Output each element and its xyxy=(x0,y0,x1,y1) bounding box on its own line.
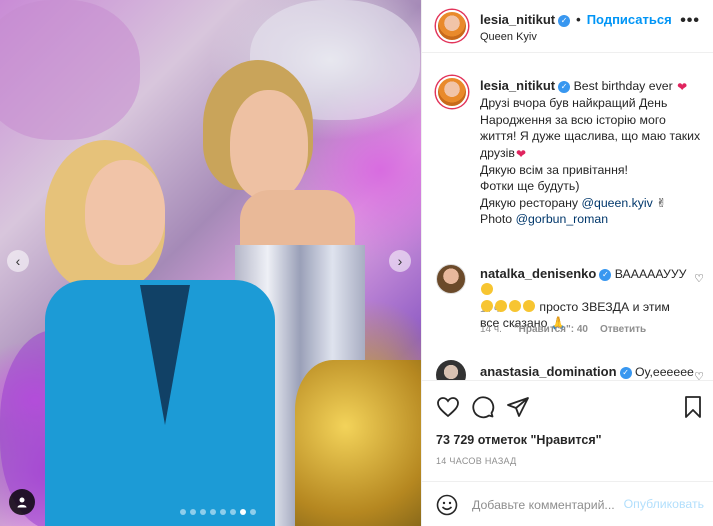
bookmark-icon[interactable] xyxy=(681,395,705,419)
comment-timestamp[interactable]: 14 ч. xyxy=(480,324,502,335)
heart-eyes-emoji-icon xyxy=(509,299,521,312)
comment-text: просто ЗВЕЗДА и этим xyxy=(539,299,670,314)
caption-line: Best birthday ever xyxy=(573,79,673,93)
separator-dot: • xyxy=(576,12,581,27)
verified-icon: ✓ xyxy=(558,80,571,93)
verified-icon: ✓ xyxy=(619,366,632,379)
share-icon[interactable] xyxy=(506,395,530,419)
heart-eyes-emoji-icon xyxy=(523,299,535,312)
commenter-username[interactable]: anastasia_domination xyxy=(480,364,617,379)
caption-line: друзів xyxy=(480,145,515,160)
post-actions: 73 729 отметок "Нравится" 14 часов назад… xyxy=(422,380,713,525)
caption-line: Фотки ще будуть) xyxy=(480,179,580,194)
caption-author-avatar[interactable] xyxy=(436,76,468,108)
caption-text: lesia_nitikut ✓ Best birthday ever ❤ Друз… xyxy=(480,78,708,228)
previous-photo-button[interactable]: ‹ xyxy=(7,250,29,272)
caption-line: Photo xyxy=(480,212,513,227)
caption-line: життя! Я дуже щаслива, що маю таких xyxy=(480,129,701,144)
caption-line: Дякую всім за привітання! xyxy=(480,163,628,178)
heart-emoji-icon: ❤ xyxy=(515,146,526,161)
carousel-dot xyxy=(190,509,196,515)
comment-likes[interactable]: "Нравится": 40 xyxy=(514,324,588,335)
add-comment-bar: Опубликовать xyxy=(422,481,713,526)
restaurant-mention-link[interactable]: @queen.kyiv xyxy=(582,196,653,210)
like-icon[interactable] xyxy=(436,395,460,419)
caption-line: Дякую ресторану xyxy=(480,195,579,210)
commenter-username[interactable]: natalka_denisenko xyxy=(480,266,596,281)
likes-count[interactable]: 73 729 отметок "Нравится" xyxy=(436,433,602,447)
photographer-mention-link[interactable]: @gorbun_roman xyxy=(516,212,608,226)
follow-button[interactable]: Подписаться xyxy=(587,12,672,27)
victory-hand-emoji-icon: ✌ xyxy=(656,195,667,210)
foil-decoration xyxy=(0,0,140,140)
carousel-dot xyxy=(210,509,216,515)
carousel-dot xyxy=(250,509,256,515)
author-avatar[interactable] xyxy=(436,10,468,42)
caption-username[interactable]: lesia_nitikut xyxy=(480,78,555,93)
post-timestamp[interactable]: 14 часов назад xyxy=(436,456,517,466)
caption-line: Друзі вчора був найкращий День xyxy=(480,96,668,111)
carousel-dot xyxy=(220,509,226,515)
post-panel: lesia_nitikut ✓ • Подписаться Queen Kyiv ••… xyxy=(421,0,713,526)
next-photo-button[interactable]: › xyxy=(389,250,411,272)
heart-eyes-emoji-icon xyxy=(495,299,507,312)
comment-text: Оу,ееееее xyxy=(634,365,694,379)
carousel-dot xyxy=(240,509,246,515)
post-location[interactable]: Queen Kyiv xyxy=(480,31,537,43)
heart-eyes-emoji-icon xyxy=(481,283,493,296)
reply-button[interactable]: Ответить xyxy=(600,324,646,335)
carousel-dot xyxy=(200,509,206,515)
comment-icon[interactable] xyxy=(471,395,495,419)
tagged-user-icon[interactable] xyxy=(9,489,35,515)
woman-left xyxy=(45,120,275,526)
heart-eyes-emoji-icon xyxy=(481,299,493,312)
verified-icon: ✓ xyxy=(599,268,612,281)
author-username[interactable]: lesia_nitikut xyxy=(480,12,555,27)
carousel-dot xyxy=(180,509,186,515)
comment-input[interactable] xyxy=(472,495,632,515)
verified-icon: ✓ xyxy=(558,14,571,27)
more-options-icon[interactable]: ••• xyxy=(680,12,700,30)
carousel-indicator xyxy=(180,509,256,515)
heart-emoji-icon: ❤ xyxy=(677,80,688,94)
caption-line: Народження за всю історію мого xyxy=(480,112,666,127)
post-photo[interactable]: ‹ › xyxy=(0,0,421,526)
commenter-avatar[interactable] xyxy=(436,264,466,294)
publish-button[interactable]: Опубликовать xyxy=(624,497,704,511)
emoji-picker-icon[interactable] xyxy=(436,494,458,516)
comment-text: ВАААААУУУ xyxy=(614,267,687,281)
post-header: lesia_nitikut ✓ • Подписаться Queen Kyiv ••… xyxy=(422,0,713,53)
carousel-dot xyxy=(230,509,236,515)
like-comment-icon[interactable]: ♡ xyxy=(694,272,704,285)
